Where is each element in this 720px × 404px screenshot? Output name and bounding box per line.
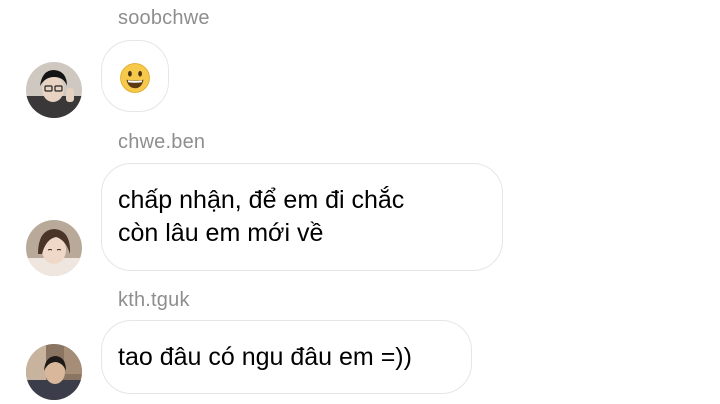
sender-name[interactable]: soobchwe bbox=[118, 7, 210, 30]
message-bubble-emoji[interactable] bbox=[101, 40, 169, 112]
avatar[interactable] bbox=[26, 220, 82, 276]
message-bubble-text[interactable]: chấp nhận, để em đi chắc còn lâu em mới … bbox=[101, 163, 503, 271]
message-bubble-text[interactable]: tao đâu có ngu đâu em =)) bbox=[101, 320, 472, 394]
avatar-photo bbox=[26, 344, 82, 400]
avatar[interactable] bbox=[26, 344, 82, 400]
avatar-photo bbox=[26, 62, 82, 118]
avatar[interactable] bbox=[26, 62, 82, 118]
message-text: tao đâu có ngu đâu em =)) bbox=[118, 343, 412, 371]
avatar-photo bbox=[26, 220, 82, 276]
sender-name[interactable]: kth.tguk bbox=[118, 289, 190, 312]
message-text: chấp nhận, để em đi chắc còn lâu em mới … bbox=[118, 186, 405, 247]
grinning-face-icon bbox=[120, 63, 150, 93]
sender-name[interactable]: chwe.ben bbox=[118, 131, 205, 154]
